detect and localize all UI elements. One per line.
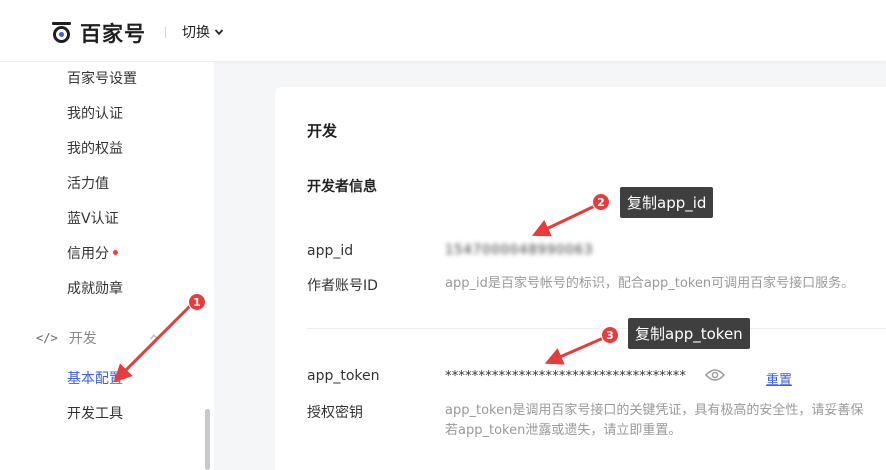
reset-token-link[interactable]: 重置 bbox=[766, 369, 792, 388]
baijiahao-logo-icon bbox=[52, 22, 71, 43]
annotation-badge-2: 2 bbox=[592, 193, 610, 211]
sidebar-item-blue-v-verification[interactable]: 蓝V认证 bbox=[67, 208, 119, 228]
authorization-key-label: 授权密钥 bbox=[307, 405, 363, 421]
sidebar-item-activity-score[interactable]: 活力值 bbox=[67, 173, 109, 193]
app-id-label: app_id bbox=[307, 243, 354, 259]
header-divider bbox=[165, 27, 166, 38]
app-token-hint-line1: app_token是调用百家号接口的关键凭证，具有极高的安全性，请妥善保 bbox=[445, 403, 864, 418]
chevron-down-icon bbox=[214, 29, 224, 36]
app-token-value[interactable]: ************************************ bbox=[445, 369, 686, 384]
notification-dot bbox=[113, 250, 118, 255]
account-switch-button[interactable]: 切换 bbox=[182, 22, 224, 42]
sidebar-item-my-benefits[interactable]: 我的权益 bbox=[67, 138, 123, 158]
app-token-label: app_token bbox=[307, 368, 380, 384]
logo-text: 百家号 bbox=[80, 22, 146, 46]
author-account-id-label: 作者账号ID bbox=[307, 278, 378, 294]
page-title: 开发 bbox=[307, 122, 338, 140]
app-id-hint: app_id是百家号帐号的标识，配合app_token可调用百家号接口服务。 bbox=[445, 276, 855, 291]
sidebar-item-account-settings[interactable]: 百家号设置 bbox=[67, 68, 137, 88]
main-panel: 开发 开发者信息 app_id 1547000048990063 作者账号ID … bbox=[275, 87, 886, 470]
annotation-badge-3: 3 bbox=[601, 326, 619, 344]
sidebar-item-dev-tools[interactable]: 开发工具 bbox=[67, 403, 123, 423]
app-token-hint-line2: 若app_token泄露或遗失，请立即重置。 bbox=[445, 423, 682, 438]
sidebar-item-credit-score[interactable]: 信用分 bbox=[67, 243, 118, 263]
sidebar: 百家号设置 我的认证 我的权益 活力值 蓝V认证 信用分 成就勋章 </> 开发… bbox=[0, 62, 214, 470]
sidebar-item-basic-config[interactable]: 基本配置 bbox=[67, 368, 123, 388]
top-header: 百家号 切换 bbox=[0, 0, 886, 62]
annotation-callout-copy-app-token: 复制app_token bbox=[628, 318, 750, 349]
annotation-callout-copy-app-id: 复制app_id bbox=[620, 187, 714, 218]
sidebar-group-label: 开发 bbox=[68, 331, 97, 347]
sidebar-item-achievement-medals[interactable]: 成就勋章 bbox=[67, 278, 123, 298]
code-icon: </> bbox=[36, 331, 58, 345]
sidebar-item-my-verification[interactable]: 我的认证 bbox=[67, 103, 123, 123]
section-divider bbox=[307, 328, 886, 329]
sidebar-group-develop[interactable]: </> 开发 bbox=[36, 328, 97, 348]
chevron-up-icon[interactable] bbox=[149, 332, 159, 342]
switch-label: 切换 bbox=[182, 25, 210, 41]
annotation-badge-1: 1 bbox=[188, 293, 206, 311]
sidebar-item-label: 信用分 bbox=[67, 246, 109, 262]
sidebar-scrollbar[interactable] bbox=[205, 409, 210, 470]
app-id-value[interactable]: 1547000048990063 bbox=[445, 243, 593, 258]
eye-icon[interactable] bbox=[705, 368, 725, 382]
section-title-developer-info: 开发者信息 bbox=[307, 179, 377, 195]
